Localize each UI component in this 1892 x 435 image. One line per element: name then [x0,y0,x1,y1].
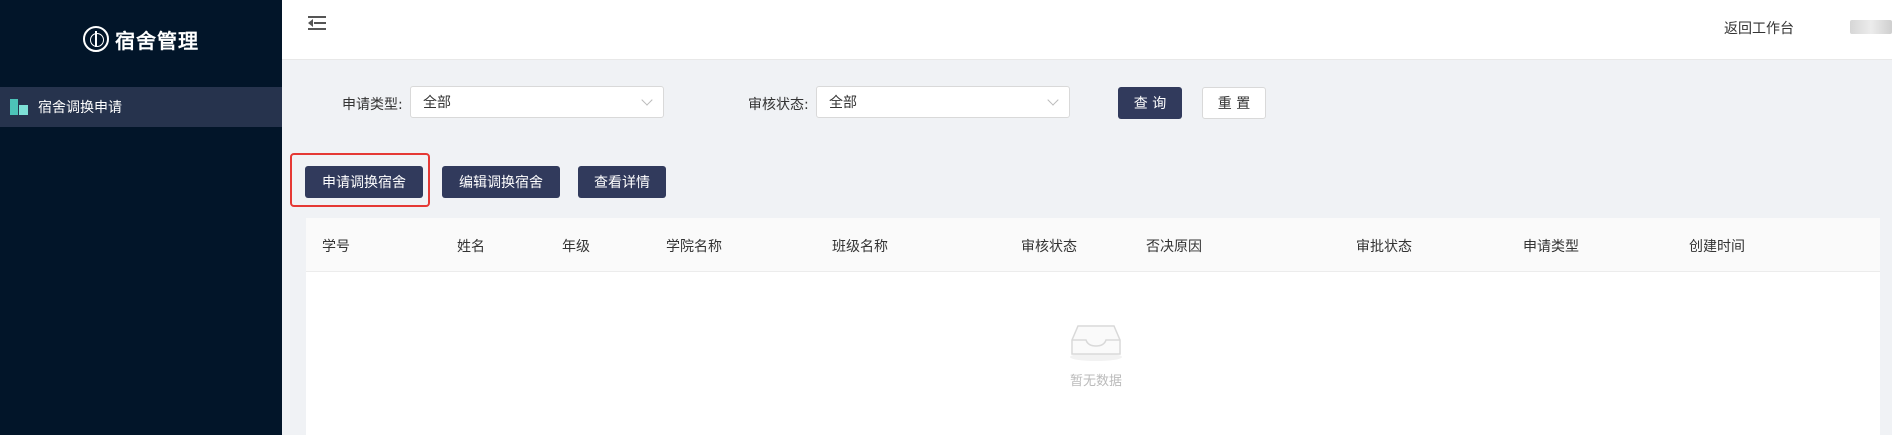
column-header[interactable]: 姓名 [457,236,485,256]
reset-button[interactable]: 重 置 [1202,87,1266,119]
user-name-blurred[interactable] [1850,20,1892,34]
column-header[interactable]: 审批状态 [1356,236,1412,256]
chevron-down-icon [1047,94,1059,106]
sidebar: 宿舍管理 宿舍调换申请 [0,0,282,435]
status-filter-label: 审核状态: [748,97,809,113]
column-header[interactable]: 审核状态 [1021,236,1077,256]
column-header[interactable]: 班级名称 [832,236,888,256]
edit-swap-button[interactable]: 编辑调换宿舍 [442,166,560,198]
menu-collapse-icon[interactable] [308,16,326,30]
app-title: 宿舍管理 [115,28,199,53]
type-filter-label: 申请类型: [342,97,403,113]
top-header: 返回工作台 [282,0,1892,60]
university-emblem-icon [83,26,109,52]
type-select-value: 全部 [423,95,451,111]
apply-swap-button[interactable]: 申请调换宿舍 [305,166,423,198]
column-header[interactable]: 否决原因 [1146,236,1202,256]
table-header: 学号 姓名 年级 学院名称 班级名称 审核状态 否决原因 审批状态 申请类型 创… [306,218,1880,272]
column-header[interactable]: 年级 [562,236,590,256]
logo: 宿舍管理 [0,20,282,58]
type-select[interactable]: 全部 [410,86,664,118]
data-table: 学号 姓名 年级 学院名称 班级名称 审核状态 否决原因 审批状态 申请类型 创… [306,218,1880,435]
column-header[interactable]: 学院名称 [666,236,722,256]
status-select[interactable]: 全部 [816,86,1070,118]
column-header[interactable]: 学号 [322,236,350,256]
status-select-value: 全部 [829,95,857,111]
query-button[interactable]: 查 询 [1118,87,1182,119]
column-header[interactable]: 创建时间 [1689,236,1745,256]
chevron-down-icon [641,94,653,106]
back-to-workbench-link[interactable]: 返回工作台 [1724,18,1794,38]
sidebar-item-dorm-swap[interactable]: 宿舍调换申请 [0,87,282,127]
building-icon [10,99,28,115]
sidebar-item-label: 宿舍调换申请 [38,100,122,116]
empty-state-text: 暂无数据 [1069,374,1122,389]
column-header[interactable]: 申请类型 [1523,236,1579,256]
view-detail-button[interactable]: 查看详情 [578,166,666,198]
empty-inbox-icon [1070,325,1122,361]
